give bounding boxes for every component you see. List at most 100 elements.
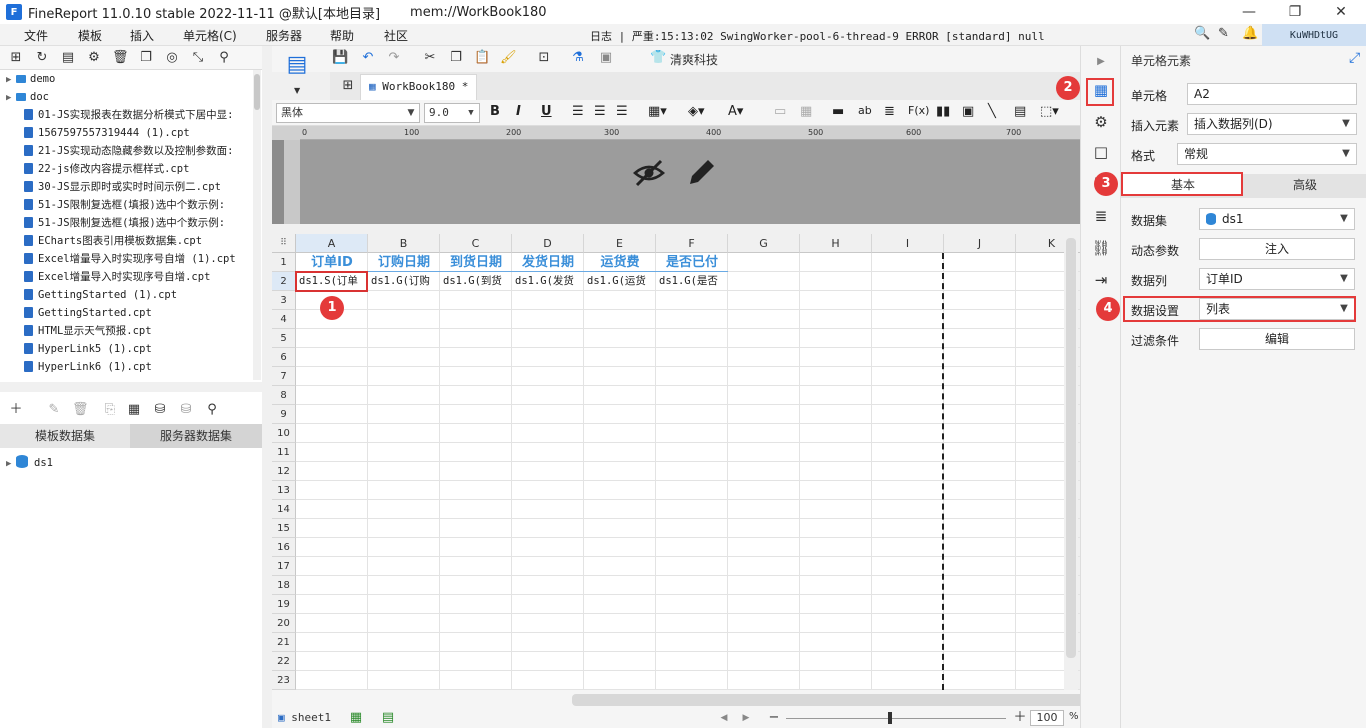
subreport-icon[interactable]: ▤ — [1014, 104, 1026, 119]
redo-icon[interactable]: ↷ — [386, 50, 402, 66]
row-header[interactable]: 11 — [272, 443, 296, 462]
header-cell[interactable]: 是否已付 — [656, 253, 728, 272]
row-header[interactable]: 12 — [272, 462, 296, 481]
header-cell[interactable]: 发货日期 — [512, 253, 584, 272]
scroll-left-icon[interactable]: ◀ — [716, 710, 732, 726]
bold-icon[interactable]: B — [490, 104, 500, 119]
row-header[interactable]: 18 — [272, 576, 296, 595]
formula-icon[interactable]: F(x) — [908, 104, 929, 117]
search-icon[interactable]: ⚲ — [216, 50, 232, 66]
tree-file[interactable]: 22-js修改内容提示框样式.cpt — [0, 160, 262, 178]
insert-row-icon[interactable]: ▬ — [832, 104, 844, 119]
tree-file[interactable]: HyperLink6 (1).cpt — [0, 358, 262, 376]
column-header[interactable]: D — [512, 234, 584, 253]
row-header[interactable]: 2 — [272, 272, 296, 291]
row-header[interactable]: 1 — [272, 253, 296, 272]
preview-icon[interactable]: ⎘ — [102, 402, 118, 418]
insert-element-select[interactable]: 插入数据列(D) ▼ — [1187, 113, 1357, 135]
save-icon[interactable]: 💾 — [332, 50, 348, 66]
hyperlink-icon[interactable]: ⛓ — [1091, 238, 1111, 258]
eye-hidden-icon[interactable] — [632, 156, 666, 190]
row-header[interactable]: 4 — [272, 310, 296, 329]
border-style-icon[interactable]: ⬚▾ — [1040, 104, 1059, 119]
font-color-icon[interactable]: A▾ — [728, 104, 743, 119]
italic-icon[interactable]: I — [516, 104, 521, 119]
notes-icon[interactable]: ✎ — [1218, 26, 1229, 41]
zoom-out-icon[interactable]: − — [766, 710, 782, 726]
sheet-tab[interactable]: ▣ sheet1 — [278, 710, 331, 726]
cut-icon[interactable]: ✂ — [422, 50, 438, 66]
menu-community[interactable]: 社区 — [384, 27, 408, 44]
format-select[interactable]: 常规 ▼ — [1177, 143, 1357, 165]
row-header[interactable]: 13 — [272, 481, 296, 500]
underline-icon[interactable]: U — [541, 104, 552, 119]
copy-icon[interactable]: ❐ — [448, 50, 464, 66]
copy-icon[interactable]: ❐ — [138, 50, 154, 66]
expand-icon[interactable]: ⤢ — [1349, 50, 1360, 66]
row-header[interactable]: 8 — [272, 386, 296, 405]
menu-server[interactable]: 服务器 — [266, 27, 302, 44]
row-header[interactable]: 5 — [272, 329, 296, 348]
table-icon[interactable]: ▦ — [126, 402, 142, 418]
tree-file[interactable]: 1567597557319444 (1).cpt — [0, 124, 262, 142]
chart-icon[interactable]: ▮▮ — [936, 104, 950, 119]
zoom-slider[interactable] — [786, 718, 1006, 719]
collapse-arrow-icon[interactable]: ▶ — [1091, 52, 1111, 72]
image-icon[interactable]: ▣ — [598, 50, 614, 66]
column-header[interactable]: F — [656, 234, 728, 253]
header-cell[interactable]: 运货费 — [584, 253, 656, 272]
column-header[interactable]: E — [584, 234, 656, 253]
inject-button[interactable]: 注入 — [1199, 238, 1355, 260]
new-folder-icon[interactable]: ⊞ — [8, 50, 24, 66]
format-brush-icon[interactable]: 🖌 — [500, 50, 517, 66]
row-header[interactable]: 6 — [272, 348, 296, 367]
menu-template[interactable]: 模板 — [78, 27, 102, 44]
settings-icon[interactable]: ⚙ — [86, 50, 102, 66]
tree-file[interactable]: GettingStarted (1).cpt — [0, 286, 262, 304]
merge-icon[interactable]: ▭ — [774, 104, 786, 119]
scroll-right-icon[interactable]: ▶ — [738, 710, 754, 726]
condition-attribute-icon[interactable]: ≣ — [1091, 206, 1111, 226]
row-header[interactable]: 10 — [272, 424, 296, 443]
row-header[interactable]: 21 — [272, 633, 296, 652]
tab-server-datasets[interactable]: 服务器数据集 — [130, 424, 262, 448]
data-cell[interactable]: ds1.G(发货 — [512, 272, 584, 291]
tree-file[interactable]: 01-JS实现报表在数据分析模式下居中显: — [0, 106, 262, 124]
data-cell[interactable]: ds1.G(订购 — [368, 272, 440, 291]
locate-icon[interactable]: ◎ — [164, 50, 180, 66]
image-icon[interactable]: ▣ — [962, 104, 974, 119]
preview-icon[interactable]: ▤ — [280, 52, 314, 86]
import-icon[interactable]: ⇥ — [1091, 270, 1111, 290]
data-cell[interactable]: ds1.G(是否 — [656, 272, 728, 291]
dataset-select[interactable]: ds1 ▼ — [1199, 208, 1355, 230]
sheet-vscroll-thumb[interactable] — [1066, 238, 1076, 658]
collapse-icon[interactable]: ⤡ — [190, 50, 206, 66]
align-center-icon[interactable]: ☰ — [594, 104, 606, 119]
column-header[interactable]: A — [296, 234, 368, 253]
tree-file[interactable]: GettingStarted.cpt — [0, 304, 262, 322]
header-cell[interactable]: 到货日期 — [440, 253, 512, 272]
menu-insert[interactable]: 插入 — [130, 27, 154, 44]
undo-icon[interactable]: ↶ — [360, 50, 376, 66]
float-element-icon[interactable]: □ — [1091, 142, 1111, 162]
tree-file[interactable]: 51-JS限制复选框(填报)选中个数示例: — [0, 196, 262, 214]
fill-color-icon[interactable]: ◈▾ — [688, 104, 705, 119]
data-cell[interactable]: ds1.G(到货 — [440, 272, 512, 291]
refresh-icon[interactable]: ↻ — [34, 50, 50, 66]
menu-cell[interactable]: 单元格(C) — [183, 27, 237, 44]
tree-file[interactable]: 30-JS显示即时或实时时间示例二.cpt — [0, 178, 262, 196]
tree-file[interactable]: HTML显示天气预报.cpt — [0, 322, 262, 340]
zoom-in-icon[interactable]: ＋ — [1012, 710, 1028, 726]
template-params-icon[interactable]: ⊡ — [536, 50, 552, 66]
tree-file[interactable]: 51-JS限制复选框(填报)选中个数示例: — [0, 214, 262, 232]
edit-filter-button[interactable]: 编辑 — [1199, 328, 1355, 350]
menu-file[interactable]: 文件 — [24, 27, 48, 44]
brand-label[interactable]: 清爽科技 — [670, 51, 718, 68]
zoom-slider-thumb[interactable] — [888, 712, 892, 724]
delete-icon[interactable]: 🗑 — [72, 402, 89, 418]
row-header[interactable]: 15 — [272, 519, 296, 538]
close-button[interactable]: ✕ — [1318, 0, 1364, 24]
row-header[interactable]: 22 — [272, 652, 296, 671]
tree-hscrollbar[interactable] — [0, 382, 262, 392]
row-header[interactable]: 16 — [272, 538, 296, 557]
